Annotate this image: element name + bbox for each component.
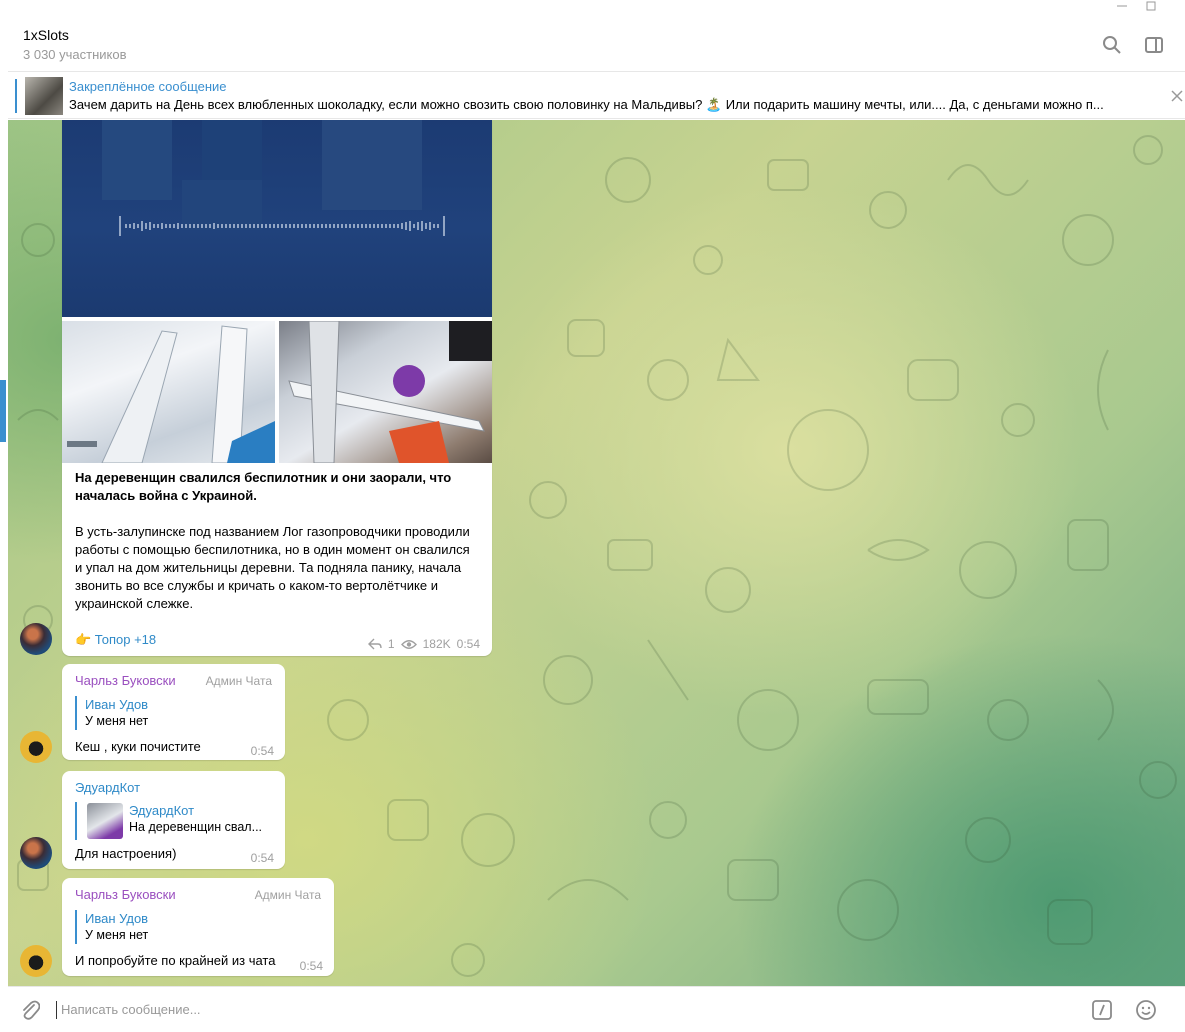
message-text: И попробуйте по крайней из чата	[75, 953, 276, 968]
post-time: 0:54	[456, 637, 480, 651]
sender-name[interactable]: Чарльз Буковски	[75, 887, 176, 902]
message-text: Для настроения)	[75, 846, 177, 861]
message-bubble[interactable]: Чарльз Буковски Админ Чата Иван Удов У м…	[62, 878, 334, 976]
video-preview[interactable]	[62, 120, 492, 317]
restore-icon	[1146, 1, 1156, 11]
reply-text: У меня нет	[85, 714, 149, 728]
search-icon[interactable]	[1101, 34, 1123, 56]
reply-author: ЭдуардКот	[129, 803, 195, 818]
post-title: На деревенщин свалился беспилотник и они…	[75, 470, 452, 503]
compose-bar: Написать сообщение...	[8, 986, 1185, 1032]
chat-header: 1xSlots 3 030 участников	[8, 18, 1185, 72]
reply-quote[interactable]: Иван Удов У меня нет	[75, 910, 148, 944]
chat-title[interactable]: 1xSlots	[23, 27, 69, 43]
admin-role-badge: Админ Чата	[254, 888, 321, 902]
pinned-text: Зачем дарить на День всех влюбленных шок…	[69, 97, 1104, 112]
reply-arrow-icon[interactable]	[367, 638, 382, 650]
channel-post[interactable]: На деревенщин свалился беспилотник и они…	[62, 120, 492, 656]
message-time: 0:54	[250, 851, 274, 865]
chat-area: На деревенщин свалился беспилотник и они…	[8, 120, 1185, 986]
post-body: В усть-залупинске под названием Лог газо…	[75, 524, 470, 611]
message-input[interactable]: Написать сообщение...	[56, 1001, 201, 1019]
pin-close-icon[interactable]	[1171, 90, 1183, 102]
member-count: 3 030 участников	[23, 47, 127, 62]
reply-text: У меня нет	[85, 928, 149, 942]
avatar[interactable]	[20, 945, 52, 977]
sidebar-toggle-icon[interactable]	[1143, 34, 1165, 56]
sender-name[interactable]: Чарльз Буковски	[75, 673, 176, 688]
reply-count: 1	[387, 637, 395, 651]
reply-quote[interactable]: Иван Удов У меня нет	[75, 696, 148, 730]
sender-name[interactable]: ЭдуардКот	[75, 780, 140, 795]
admin-role-badge: Админ Чата	[205, 674, 272, 688]
message-bubble[interactable]: Чарльз Буковски Админ Чата Иван Удов У м…	[62, 664, 285, 760]
photo-drone-crash[interactable]	[279, 321, 492, 463]
message-text: Кеш , куки почистите	[75, 739, 201, 754]
slash-command-icon[interactable]	[1091, 999, 1113, 1021]
audio-waveform	[102, 120, 445, 236]
window-controls	[1117, 1, 1156, 11]
pinned-title: Закреплённое сообщение	[69, 79, 227, 94]
view-count: 182K	[422, 637, 451, 651]
views-eye-icon	[400, 639, 417, 649]
post-meta: 1 182K 0:54	[367, 637, 480, 651]
message-time: 0:54	[299, 959, 323, 973]
reply-thumbnail	[87, 803, 123, 839]
avatar[interactable]	[20, 623, 52, 655]
emoji-icon[interactable]	[1135, 999, 1157, 1021]
reply-author: Иван Удов	[85, 911, 149, 926]
reply-author: Иван Удов	[85, 697, 149, 712]
pinned-thumbnail	[25, 77, 63, 115]
message-bubble[interactable]: ЭдуардКот ЭдуардКот На деревенщин свал..…	[62, 771, 285, 869]
paperclip-icon[interactable]	[20, 999, 40, 1021]
reaction-link[interactable]: 👉 Топор +18	[75, 632, 156, 648]
avatar[interactable]	[20, 731, 52, 763]
unread-indicator	[0, 380, 6, 442]
pinned-message[interactable]: Закреплённое сообщение Зачем дарить на Д…	[8, 73, 1185, 119]
message-time: 0:54	[250, 744, 274, 758]
reply-quote[interactable]: ЭдуардКот На деревенщин свал...	[75, 802, 262, 840]
reply-text: На деревенщин свал...	[129, 820, 263, 834]
pinned-accent-bar	[15, 79, 17, 113]
photo-drone-wing[interactable]	[62, 321, 275, 463]
avatar[interactable]	[20, 837, 52, 869]
